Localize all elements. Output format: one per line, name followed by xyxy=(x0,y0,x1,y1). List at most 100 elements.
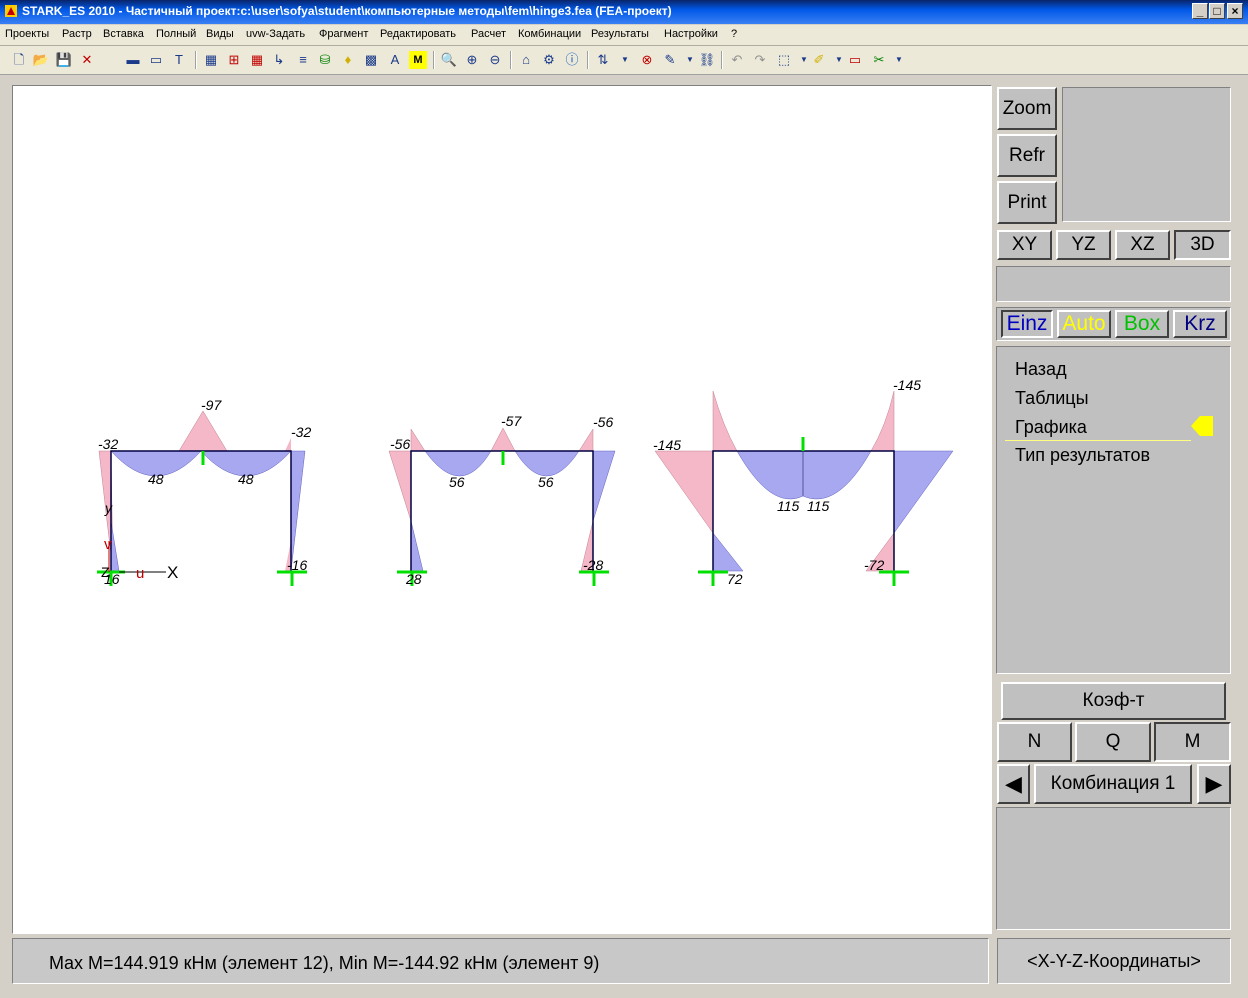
view-xy-button[interactable]: XY xyxy=(997,230,1052,260)
text-icon[interactable]: T xyxy=(170,51,188,69)
toolbar: 🗋 📂 💾 ✕ ▬ ▭ T ▦ ⊞ ▦ ↳ ≡ ⛁ ♦ ▩ A M 🔍 ⊕ ⊖ … xyxy=(0,46,1248,75)
arrow-pointer-icon xyxy=(1191,416,1213,436)
moment-area-positive xyxy=(712,532,744,572)
grid2-icon[interactable]: ⊞ xyxy=(225,51,243,69)
next-combination-button[interactable]: ▶ xyxy=(1197,764,1231,804)
moment-label: -32 xyxy=(98,436,118,452)
mode-einz-button[interactable]: Einz xyxy=(1001,310,1053,338)
moment-label: 56 xyxy=(538,474,554,490)
menu-projects[interactable]: Проекты xyxy=(5,28,49,40)
layers-icon[interactable]: ≡ xyxy=(294,51,312,69)
axes-icon[interactable]: ↳ xyxy=(270,51,288,69)
force-n-button[interactable]: N xyxy=(997,722,1072,762)
menu-help[interactable]: ? xyxy=(731,28,737,40)
chain-icon[interactable]: ⛓ xyxy=(698,51,716,69)
menu-fragment[interactable]: Фрагмент xyxy=(319,28,368,40)
moment-label: -145 xyxy=(653,437,681,453)
support xyxy=(879,570,909,586)
refresh-button[interactable]: Refr xyxy=(997,134,1057,177)
menu-results[interactable]: Результаты xyxy=(591,28,649,40)
zoom-button[interactable]: Zoom xyxy=(997,87,1057,130)
nav-item-result-type[interactable]: Тип результатов xyxy=(1015,445,1150,466)
pattern-icon[interactable]: ▩ xyxy=(362,51,380,69)
stop-icon[interactable]: ⊗ xyxy=(638,51,656,69)
m-icon[interactable]: M xyxy=(409,51,427,69)
new-icon[interactable]: 🗋 xyxy=(10,51,28,69)
mode-auto-button[interactable]: Auto xyxy=(1057,310,1111,338)
toolbar-separator xyxy=(510,51,512,69)
prev-combination-button[interactable]: ◀ xyxy=(997,764,1030,804)
moment-area-positive xyxy=(424,450,492,477)
nav-item-tables[interactable]: Таблицы xyxy=(1015,388,1089,409)
print-button[interactable]: Print xyxy=(997,181,1057,224)
view-3d-button[interactable]: 3D xyxy=(1174,230,1231,260)
dropdown-arrow-icon[interactable]: ▼ xyxy=(616,51,634,69)
moment-area-positive xyxy=(592,450,616,522)
info-icon[interactable]: ⓘ xyxy=(563,51,581,69)
axis-label-v: v xyxy=(104,536,112,553)
menu-uvw[interactable]: uvw-Задать xyxy=(246,28,305,40)
ab-icon[interactable]: A xyxy=(386,51,404,69)
toolbar-separator xyxy=(195,51,197,69)
mode-box-button[interactable]: Box xyxy=(1115,310,1169,338)
frame-members xyxy=(410,450,594,571)
settings-icon[interactable]: ⚙ xyxy=(540,51,558,69)
mf-icon[interactable]: ⇅ xyxy=(594,51,612,69)
maximize-button[interactable]: □ xyxy=(1209,3,1225,19)
coefficient-button[interactable]: Коэф-т xyxy=(1001,682,1226,720)
minimize-button[interactable]: _ xyxy=(1192,3,1208,19)
nav-active-underline xyxy=(1005,440,1191,441)
nav-item-graphics[interactable]: Графика xyxy=(1015,417,1087,438)
zoom-out-icon[interactable]: ⊖ xyxy=(486,51,504,69)
paint-icon[interactable]: ✂ xyxy=(870,51,888,69)
force-q-button[interactable]: Q xyxy=(1075,722,1151,762)
force-m-button[interactable]: M xyxy=(1154,722,1231,762)
grid-icon[interactable]: ▦ xyxy=(202,51,220,69)
menu-views[interactable]: Виды xyxy=(206,28,234,40)
moment-area-negative xyxy=(870,390,895,452)
menu-settings[interactable]: Настройки xyxy=(664,28,718,40)
moment-label: 48 xyxy=(238,471,254,487)
zoom-icon[interactable]: 🔍 xyxy=(440,51,458,69)
moment-label: 115 xyxy=(807,498,830,514)
menu-full[interactable]: Полный xyxy=(156,28,196,40)
display-icon[interactable]: ▬ xyxy=(124,51,142,69)
mode-krz-button[interactable]: Krz xyxy=(1173,310,1227,338)
menu-calc[interactable]: Расчет xyxy=(471,28,506,40)
zoom-in-icon[interactable]: ⊕ xyxy=(463,51,481,69)
ruler-icon[interactable]: ▭ xyxy=(846,51,864,69)
moment-area-positive xyxy=(893,450,954,534)
menu-raster[interactable]: Растр xyxy=(62,28,92,40)
combination-label[interactable]: Комбинация 1 xyxy=(1034,764,1192,804)
db-icon[interactable]: ⛁ xyxy=(316,51,334,69)
frame-3: -145 -145 115 115 72 -72 xyxy=(653,377,954,587)
delete-icon[interactable]: ✕ xyxy=(78,51,96,69)
view-xz-button[interactable]: XZ xyxy=(1115,230,1170,260)
axis-label-x: X xyxy=(167,563,178,582)
menu-combinations[interactable]: Комбинации xyxy=(518,28,581,40)
save-icon[interactable]: 💾 xyxy=(55,51,73,69)
redo-icon[interactable]: ↷ xyxy=(751,51,769,69)
display2-icon[interactable]: ▭ xyxy=(147,51,165,69)
edit-icon[interactable]: ✎ xyxy=(661,51,679,69)
dropdown-arrow-icon[interactable]: ▼ xyxy=(890,51,908,69)
support xyxy=(698,570,728,586)
moment-area-positive xyxy=(514,450,580,477)
pen-icon[interactable]: ✐ xyxy=(810,51,828,69)
dropdown-arrow-icon[interactable]: ▼ xyxy=(681,51,699,69)
3d-icon[interactable]: ⬚ xyxy=(775,51,793,69)
moment-diagram: -32 -97 -32 48 48 -16 16 X u y v Z -56 -… xyxy=(97,377,954,587)
status-text: Max M=144.919 кНм (элемент 12), Min M=-1… xyxy=(49,953,600,973)
open-icon[interactable]: 📂 xyxy=(32,51,50,69)
nav-item-back[interactable]: Назад xyxy=(1015,359,1067,380)
moment-label: 28 xyxy=(405,571,422,587)
undo-icon[interactable]: ↶ xyxy=(728,51,746,69)
bulb-icon[interactable]: ♦ xyxy=(339,51,357,69)
drawing-canvas[interactable]: -32 -97 -32 48 48 -16 16 X u y v Z -56 -… xyxy=(12,85,992,934)
home-icon[interactable]: ⌂ xyxy=(517,51,535,69)
close-button[interactable]: × xyxy=(1227,3,1243,19)
menu-insert[interactable]: Вставка xyxy=(103,28,144,40)
view-yz-button[interactable]: YZ xyxy=(1056,230,1111,260)
menu-edit[interactable]: Редактировать xyxy=(380,28,456,40)
grid3-icon[interactable]: ▦ xyxy=(248,51,266,69)
